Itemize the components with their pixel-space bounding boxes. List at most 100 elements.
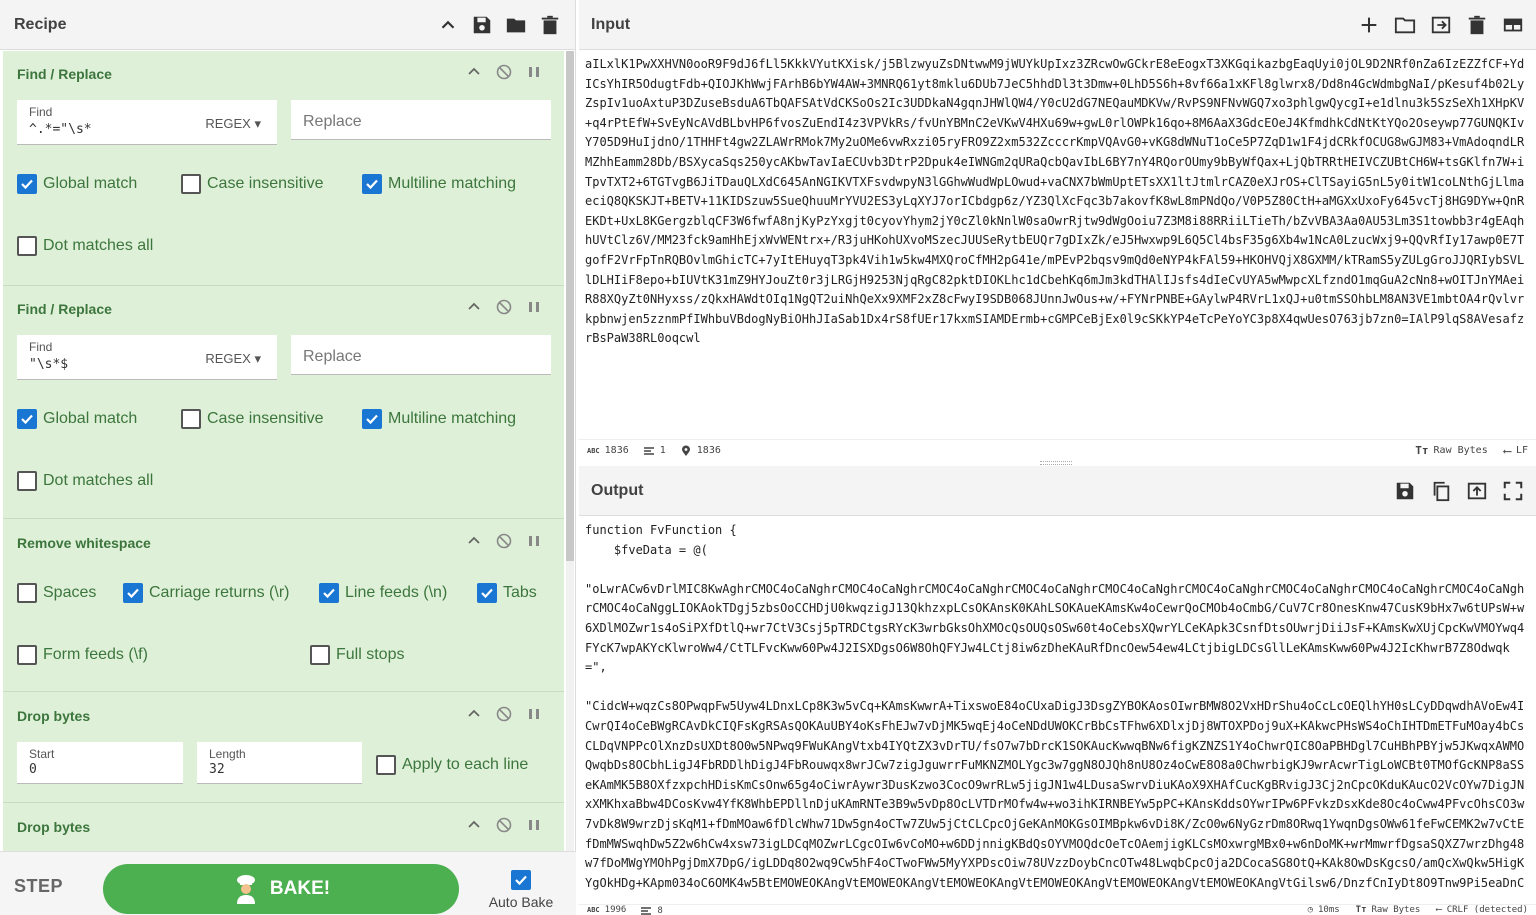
input-title: Input	[591, 15, 631, 33]
length-field[interactable]: Length 32	[197, 742, 362, 784]
find-field[interactable]: Find ^.*="\s* REGEX ▾	[17, 100, 277, 145]
replace-placeholder: Replace	[303, 348, 362, 365]
auto-bake-toggle[interactable]: Auto Bake	[488, 870, 554, 910]
operation-title: Drop bytes	[17, 708, 91, 724]
recipe-title: Recipe	[14, 15, 67, 33]
dot-matches-all-checkbox[interactable]: Dot matches all	[17, 471, 153, 491]
recipe-scrollbar-thumb[interactable]	[566, 51, 574, 561]
bake-label: BAKE!	[269, 878, 331, 899]
collapse-operation-icon[interactable]	[466, 817, 482, 833]
checkbox-unchecked-icon	[310, 645, 330, 665]
output-status-bar: ABC 1996 8 ◷ 10ms Tт Raw Bytes ⟵ CRLF (d…	[579, 904, 1536, 915]
recipe-operations-list: Find / Replace Find ^.*="\s* REGEX ▾ Rep…	[3, 51, 564, 851]
lines-icon	[641, 907, 652, 915]
global-match-checkbox[interactable]: Global match	[17, 174, 137, 194]
operation-drop-bytes-2: Drop bytes	[3, 803, 564, 851]
form-feeds-checkbox[interactable]: Form feeds (\f)	[17, 645, 148, 665]
collapse-all-icon[interactable]	[437, 14, 459, 36]
find-mode-dropdown[interactable]: REGEX ▾	[205, 116, 261, 132]
input-lines-status: 1	[643, 445, 666, 457]
apply-to-each-line-checkbox[interactable]: Apply to each line	[376, 755, 528, 775]
collapse-operation-icon[interactable]	[466, 64, 482, 80]
input-status-bar: ABC 1836 1 1836 Tт Raw Bytes ⟵ LF	[579, 439, 1536, 461]
panel-resize-handle[interactable]	[1040, 461, 1072, 465]
output-eol-status[interactable]: ⟵ CRLF (detected)	[1436, 905, 1528, 915]
replace-input-with-output-icon[interactable]	[1466, 480, 1488, 502]
disable-operation-icon[interactable]	[496, 64, 512, 80]
clear-input-icon[interactable]	[1466, 14, 1488, 36]
tabs-checkbox[interactable]: Tabs	[477, 583, 537, 603]
disable-operation-icon[interactable]	[496, 299, 512, 315]
cyberchef-window: Recipe Find / Replace Find ^.*="\s* REGE…	[0, 0, 1536, 915]
open-folder-icon[interactable]	[1394, 14, 1416, 36]
global-match-checkbox[interactable]: Global match	[17, 409, 137, 429]
output-bake-time-status: ◷ 10ms	[1307, 905, 1340, 915]
open-file-icon[interactable]	[1430, 14, 1452, 36]
input-eol-status[interactable]: ⟵ LF	[1504, 444, 1528, 458]
start-value: 0	[29, 762, 37, 777]
bake-bar: STEP BAKE! Auto Bake	[0, 851, 576, 915]
checkbox-checked-icon	[123, 583, 143, 603]
operation-find-replace-2: Find / Replace Find "\s*$ REGEX ▾ Replac…	[3, 286, 564, 519]
breakpoint-icon[interactable]	[526, 706, 542, 722]
checkbox-checked-icon	[17, 174, 37, 194]
checkbox-checked-icon	[362, 409, 382, 429]
find-label: Find	[29, 105, 53, 119]
checkbox-unchecked-icon	[181, 174, 201, 194]
multiline-matching-checkbox[interactable]: Multiline matching	[362, 409, 516, 429]
output-encoding-status[interactable]: Tт Raw Bytes	[1356, 905, 1421, 915]
collapse-operation-icon[interactable]	[466, 706, 482, 722]
replace-field[interactable]: Replace	[291, 100, 551, 140]
copy-output-icon[interactable]	[1430, 480, 1452, 502]
breakpoint-icon[interactable]	[526, 533, 542, 549]
input-header: Input	[579, 0, 1536, 50]
disable-operation-icon[interactable]	[496, 817, 512, 833]
caret-down-icon: ▾	[254, 351, 261, 366]
start-field[interactable]: Start 0	[17, 742, 183, 784]
checkbox-unchecked-icon	[17, 236, 37, 256]
bake-button[interactable]: BAKE!	[103, 864, 459, 914]
step-button[interactable]: STEP	[14, 876, 63, 897]
maximise-output-icon[interactable]	[1502, 480, 1524, 502]
breakpoint-icon[interactable]	[526, 299, 542, 315]
checkbox-checked-icon	[477, 583, 497, 603]
input-textarea[interactable]: aILxlK1PwXXHVN0ooR9F9dJ6fLl5KkkVYutKXisk…	[579, 51, 1536, 439]
replace-field[interactable]: Replace	[291, 335, 551, 375]
collapse-operation-icon[interactable]	[466, 299, 482, 315]
line-feeds-checkbox[interactable]: Line feeds (\n)	[319, 583, 447, 603]
breakpoint-icon[interactable]	[526, 64, 542, 80]
save-recipe-icon[interactable]	[471, 14, 493, 36]
checkbox-unchecked-icon	[376, 755, 396, 775]
disable-operation-icon[interactable]	[496, 533, 512, 549]
clear-recipe-icon[interactable]	[539, 14, 561, 36]
disable-operation-icon[interactable]	[496, 706, 512, 722]
case-insensitive-checkbox[interactable]: Case insensitive	[181, 174, 324, 194]
output-textarea[interactable]: function FvFunction { $fveData = @( "oLw…	[579, 517, 1536, 893]
save-output-icon[interactable]	[1394, 480, 1416, 502]
recipe-panel: Recipe Find / Replace Find ^.*="\s* REGE…	[0, 0, 576, 915]
multiline-matching-checkbox[interactable]: Multiline matching	[362, 174, 516, 194]
load-recipe-icon[interactable]	[505, 14, 527, 36]
find-value: "\s*$	[29, 357, 69, 372]
checkbox-unchecked-icon	[17, 471, 37, 491]
caret-down-icon: ▾	[254, 116, 261, 131]
collapse-operation-icon[interactable]	[466, 533, 482, 549]
text-encoding-icon: Tт	[1355, 905, 1367, 915]
operation-remove-whitespace: Remove whitespace Spaces Carriage return…	[3, 519, 564, 692]
text-encoding-icon: Tт	[1415, 444, 1429, 457]
output-lines-status: 8	[640, 905, 663, 915]
add-input-tab-icon[interactable]	[1358, 14, 1380, 36]
full-stops-checkbox[interactable]: Full stops	[310, 645, 404, 665]
operation-title: Find / Replace	[17, 301, 112, 317]
dot-matches-all-checkbox[interactable]: Dot matches all	[17, 236, 153, 256]
find-mode-dropdown[interactable]: REGEX ▾	[205, 351, 261, 367]
abc-icon: ABC	[587, 906, 600, 914]
breakpoint-icon[interactable]	[526, 817, 542, 833]
input-encoding-status[interactable]: Tт Raw Bytes	[1415, 444, 1487, 457]
case-insensitive-checkbox[interactable]: Case insensitive	[181, 409, 324, 429]
output-length-status: ABC 1996	[587, 905, 627, 915]
reset-layout-icon[interactable]	[1502, 14, 1524, 36]
spaces-checkbox[interactable]: Spaces	[17, 583, 96, 603]
find-field[interactable]: Find "\s*$ REGEX ▾	[17, 335, 277, 380]
carriage-returns-checkbox[interactable]: Carriage returns (\r)	[123, 583, 289, 603]
